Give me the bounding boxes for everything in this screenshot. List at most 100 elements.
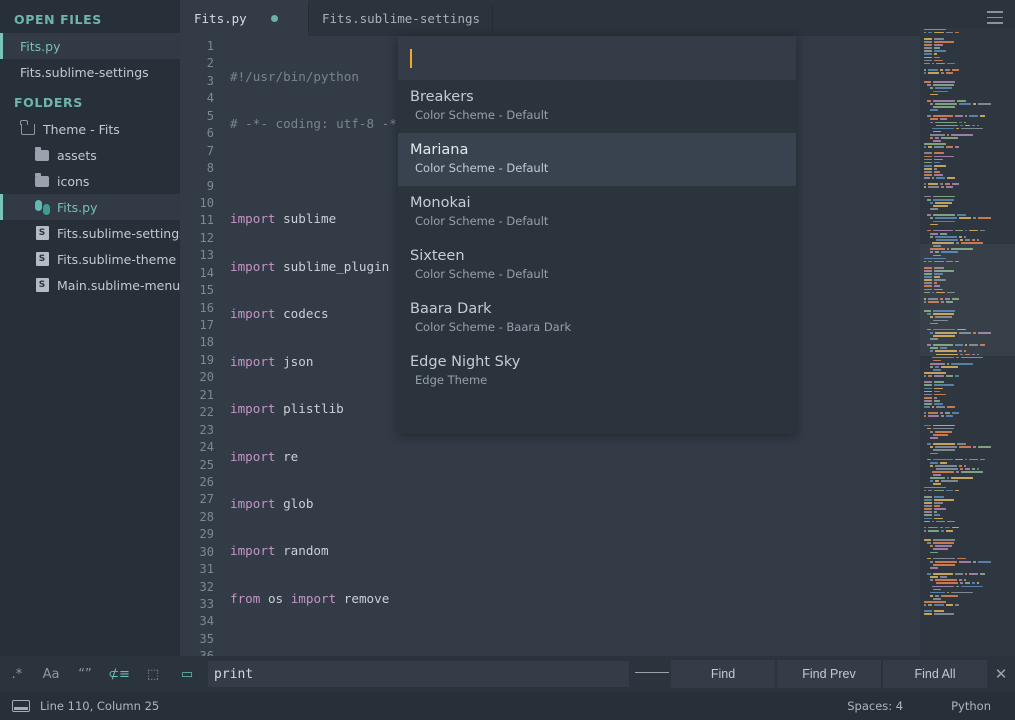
line-number: 10	[199, 195, 214, 210]
quick-panel-item-subtitle: Color Scheme - Baara Dark	[415, 320, 572, 334]
whole-word-toggle-icon[interactable]: “”	[68, 656, 102, 692]
sidebar-item-icons[interactable]: icons	[0, 168, 180, 194]
line-number: 30	[199, 544, 214, 559]
quick-panel-item-mariana[interactable]: Mariana Color Scheme - Default	[398, 133, 796, 186]
minimap-viewport-indicator[interactable]	[920, 244, 1015, 356]
line-number: 29	[199, 527, 214, 542]
indentation-status[interactable]: Spaces: 4	[823, 699, 927, 713]
line-number: 14	[199, 265, 214, 280]
sidebar-item-fits-sublime-theme[interactable]: S Fits.sublime-theme	[0, 246, 180, 272]
status-bar-right: Spaces: 4 Python	[823, 699, 1015, 713]
quick-panel-item-baara-dark[interactable]: Baara Dark Color Scheme - Baara Dark	[398, 292, 796, 345]
line-number-gutter: 1 2 3 4 5 6 7 8 9 10 11 12 13 14 15 16 17 18 19 20 21 22 23 24 2…	[180, 36, 222, 656]
line-number: 13	[199, 248, 214, 263]
quick-panel-item-title: Edge Night Sky	[410, 354, 521, 370]
tab-fits-py[interactable]: Fits.py	[180, 0, 308, 36]
line-number: 5	[206, 108, 214, 123]
quick-panel-item-monokai[interactable]: Monokai Color Scheme - Default	[398, 186, 796, 239]
code-line: import re	[230, 448, 299, 464]
quick-panel-item-subtitle: Color Scheme - Default	[415, 161, 549, 175]
quick-panel-item-subtitle: Color Scheme - Default	[415, 214, 549, 228]
status-bar: Line 110, Column 25 Spaces: 4 Python	[0, 692, 1015, 720]
open-file-item-fits-sublime-settings[interactable]: Fits.sublime-settings	[0, 59, 180, 85]
sublime-file-icon: S	[34, 277, 50, 293]
sidebar-item-fits-py[interactable]: Fits.py	[0, 194, 180, 220]
sidebar-item-assets[interactable]: assets	[0, 142, 180, 168]
folders-heading: FOLDERS	[14, 95, 83, 110]
line-number: 17	[199, 318, 214, 332]
sidebar-item-main-sublime-menu[interactable]: S Main.sublime-menu	[0, 272, 180, 298]
hamburger-icon[interactable]	[987, 11, 1003, 28]
line-number: 34	[199, 614, 214, 629]
line-number: 8	[206, 161, 214, 176]
sidebar-item-label: Fits.py	[57, 199, 98, 215]
quick-panel-item-title: Baara Dark	[410, 301, 492, 317]
code-line: from os import remove	[230, 590, 390, 606]
tab-divider	[492, 4, 493, 32]
line-number: 6	[206, 126, 214, 141]
line-number: 25	[199, 457, 214, 472]
quick-panel-item-breakers[interactable]: Breakers Color Scheme - Default	[398, 80, 796, 133]
quick-panel-item-subtitle: Color Scheme - Default	[415, 267, 549, 281]
line-number: 9	[206, 178, 214, 193]
line-number: 32	[199, 579, 214, 594]
code-line: import glob	[230, 495, 314, 511]
line-number: 19	[199, 352, 214, 367]
tab-label: Fits.py	[194, 10, 247, 26]
sublime-file-icon: S	[34, 251, 50, 267]
panel-toggle-icon[interactable]	[12, 700, 30, 712]
find-prev-button[interactable]: Find Prev	[777, 660, 881, 688]
close-icon[interactable]: ✕	[987, 665, 1015, 683]
minimap[interactable]	[920, 28, 1015, 656]
quick-panel-color-scheme-selector[interactable]: Breakers Color Scheme - Default Mariana …	[398, 36, 796, 434]
quick-panel-item-edge-night-sky[interactable]: Edge Night Sky Edge Theme	[398, 345, 796, 398]
quick-panel-item-sixteen[interactable]: Sixteen Color Scheme - Default	[398, 239, 796, 292]
line-number: 35	[199, 631, 214, 646]
line-number: 7	[206, 143, 214, 158]
unsaved-indicator-icon	[270, 14, 278, 22]
quick-panel-item-title: Sixteen	[410, 248, 465, 264]
wrap-toggle-icon[interactable]: ⊄≡	[102, 656, 136, 692]
quick-panel-input[interactable]	[398, 36, 796, 80]
line-number: 20	[199, 370, 214, 385]
folder-root-label: Theme - Fits	[43, 121, 120, 137]
text-caret	[410, 48, 412, 68]
quick-panel-item-title: Mariana	[410, 142, 469, 158]
line-number: 1	[206, 39, 214, 53]
line-number: 33	[199, 597, 214, 611]
line-number: 36	[180, 648, 222, 656]
highlight-results-toggle-icon[interactable]: ▭	[170, 656, 204, 692]
line-number: 18	[199, 335, 214, 350]
quick-panel-item-title: Monokai	[410, 195, 471, 211]
line-number: 2	[206, 56, 214, 71]
find-all-button[interactable]: Find All	[883, 660, 987, 688]
minimap-line	[924, 613, 1015, 616]
find-menu-icon[interactable]	[635, 656, 669, 692]
line-number: 28	[199, 509, 214, 524]
quick-panel-item-subtitle: Edge Theme	[415, 373, 488, 387]
line-number: 15	[199, 283, 214, 298]
in-selection-toggle-icon[interactable]: ⬚	[136, 656, 170, 692]
find-bar: .* Aa “” ⊄≡ ⬚ ▭ Find Find Prev Find All …	[0, 656, 1015, 692]
python-file-icon	[34, 199, 50, 215]
code-line: import random	[230, 543, 329, 559]
regex-toggle-icon[interactable]: .*	[0, 656, 34, 692]
open-file-item-fits-py[interactable]: Fits.py	[0, 33, 180, 59]
cursor-position: Line 110, Column 25	[40, 699, 160, 713]
sublime-file-icon: S	[34, 225, 50, 241]
sidebar-item-fits-sublime-settings[interactable]: S Fits.sublime-settings	[0, 220, 186, 246]
folder-icon	[34, 172, 50, 189]
folder-root-theme-fits[interactable]: Theme - Fits	[0, 116, 180, 142]
case-sensitive-toggle-icon[interactable]: Aa	[34, 656, 68, 692]
quick-panel-item-title: Breakers	[410, 89, 474, 105]
sidebar-item-label: Fits.sublime-theme	[57, 251, 177, 267]
sublime-text-window: OPEN FILES Fits.py Fits.sublime-settings…	[0, 0, 1015, 720]
find-input[interactable]	[208, 661, 629, 687]
find-button[interactable]: Find	[671, 660, 775, 688]
tab-fits-sublime-settings[interactable]: Fits.sublime-settings	[308, 0, 508, 36]
syntax-status[interactable]: Python	[927, 699, 1015, 713]
line-number: 27	[199, 492, 214, 507]
open-file-label: Fits.py	[20, 38, 61, 54]
sidebar: OPEN FILES Fits.py Fits.sublime-settings…	[0, 0, 186, 692]
